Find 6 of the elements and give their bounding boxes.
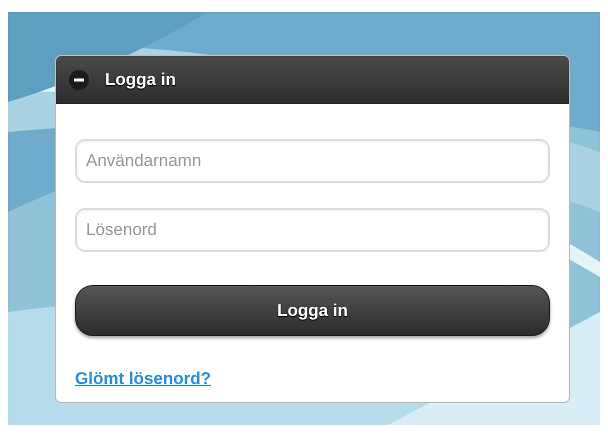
input-field[interactable]: Lösenord xyxy=(75,208,550,252)
panel-title: Logga in xyxy=(105,70,176,90)
forgot-password-link[interactable]: Glömt lösenord? xyxy=(75,369,211,389)
collapse-icon[interactable] xyxy=(69,70,89,90)
login-button[interactable]: Logga in xyxy=(75,285,550,336)
input-field[interactable]: Användarnamn xyxy=(75,139,550,183)
